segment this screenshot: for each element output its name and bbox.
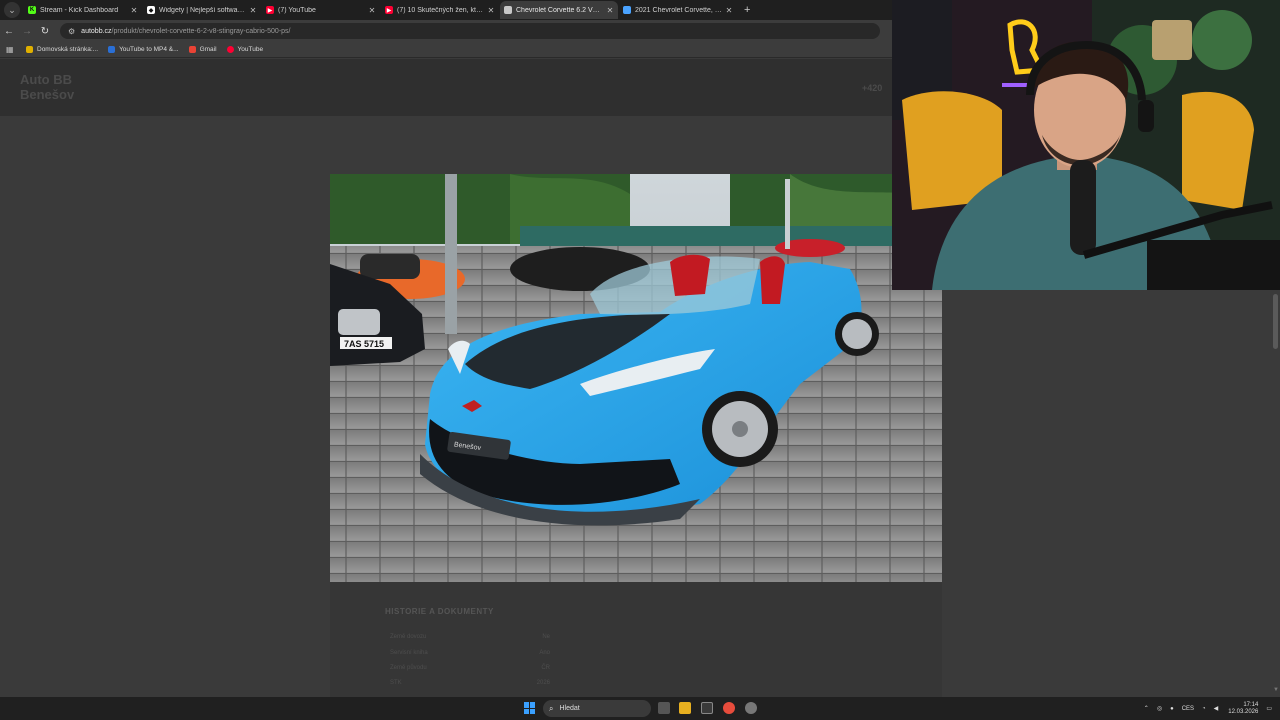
tab-corvette-2021[interactable]: 2021 Chevrolet Corvette, Sting ✕ [619,1,737,19]
tab-label: Stream - Kick Dashboard [40,6,119,14]
tab-youtube-video[interactable]: ▶ (7) 10 Skutečných žen, které je ✕ [381,1,499,19]
bookmark-home[interactable]: Domovská stránka:... [26,46,98,53]
bookmark-youtube-mp4[interactable]: YouTube to MP4 &... [108,46,179,53]
spec-label: Země původu [390,665,427,671]
car-photo: 7AS 5715 Benešov [330,174,942,582]
forward-icon[interactable]: → [18,26,36,37]
site-logo[interactable]: Auto BB Benešov [20,72,74,102]
browser-toolbar: ← → ↻ ⚙ autobb.cz /produkt/chevrolet-cor… [0,20,892,42]
clock[interactable]: 17:14 12.03.2026 [1228,702,1258,716]
bookmark-icon [26,46,33,53]
url-path: /produkt/chevrolet-corvette-6-2-v8-sting… [111,27,291,35]
page-scrollbar[interactable] [1273,294,1278,349]
volume-icon[interactable]: ◀ [1214,705,1219,712]
address-bar[interactable]: ⚙ autobb.cz /produkt/chevrolet-corvette-… [60,23,880,39]
tab-corvette-active[interactable]: Chevrolet Corvette 6.2 V8 Sting ✕ [500,1,618,19]
bookmark-label: YouTube to MP4 &... [119,46,179,53]
spec-value: Ano [539,650,550,656]
section-title: HISTORIE A DOKUMENTY [385,607,494,616]
tab-label: Chevrolet Corvette 6.2 V8 Sting [516,6,603,14]
file-explorer-icon[interactable] [679,702,691,714]
logo-line1: Auto BB [20,72,72,87]
tab-label: (7) YouTube [278,6,316,14]
tab-label: (7) 10 Skutečných žen, které je [397,6,484,14]
tab-kick-dashboard[interactable]: K Stream - Kick Dashboard ✕ [24,1,142,19]
search-icon: ⌕ [549,703,554,713]
close-icon[interactable]: ✕ [368,6,376,15]
windows-start-icon[interactable] [524,702,536,714]
spec-row: STK 2026 [390,680,550,686]
spec-label: STK [390,680,402,686]
bookmark-youtube[interactable]: YouTube [226,46,264,53]
clock-date: 12.03.2026 [1228,708,1259,715]
spec-row: Servisní kniha Ano [390,650,550,656]
task-view-icon[interactable] [658,702,670,714]
kick-icon: K [28,6,36,14]
back-icon[interactable]: ← [0,26,18,37]
browser-tab-strip: ⌄ K Stream - Kick Dashboard ✕ ◆ Widgety … [0,0,892,20]
youtube-icon: ▶ [266,6,274,14]
page-icon [623,6,631,14]
site-info-icon[interactable]: ⚙ [68,27,75,36]
spec-value: 2026 [536,680,550,686]
windows-taskbar: ⌕ Hledat ⌃ ◎ ● CES ◔ ◀ 17:14 12.03.2026 … [0,697,1280,720]
youtube-icon [226,46,234,53]
settings-gear-icon[interactable] [745,702,757,714]
close-icon[interactable]: ✕ [725,6,733,15]
spec-label: Země dovozu [390,634,427,640]
apps-grid-icon[interactable]: ▦ [6,45,20,54]
reload-icon[interactable]: ↻ [36,26,54,37]
phone-number[interactable]: +420 [862,83,882,93]
search-placeholder: Hledat [559,705,580,712]
close-icon[interactable]: ✕ [487,6,495,15]
tab-search-icon[interactable]: ⌄ [4,2,20,18]
tab-widgety[interactable]: ◆ Widgety | Nejlepší software pro ✕ [143,1,261,19]
clock-time: 17:14 [1243,701,1259,708]
gmail-icon [188,46,196,53]
logo-line2: Benešov [20,87,75,102]
license-plate: 7AS 5715 [344,339,384,349]
new-tab-button[interactable]: + [744,4,750,16]
chrome-icon[interactable] [723,702,735,714]
spec-row: Země původu ČR [390,665,550,671]
close-icon[interactable]: ✕ [130,6,138,15]
network-icon[interactable]: ◎ [1157,705,1162,712]
url-host: autobb.cz [81,27,112,35]
tab-label: Widgety | Nejlepší software pro [159,6,246,14]
bookmark-label: Gmail [199,46,217,53]
tab-label: 2021 Chevrolet Corvette, Sting [635,6,722,14]
webcam-overlay [892,0,1280,290]
scroll-down-icon[interactable]: ▼ [1273,687,1279,693]
streamer-webcam [892,0,1280,290]
bookmarks-bar: ▦ Domovská stránka:... YouTube to MP4 &.… [0,42,892,58]
tab-youtube[interactable]: ▶ (7) YouTube ✕ [262,1,380,19]
spec-label: Servisní kniha [390,650,428,656]
spec-row: Země dovozu Ne [390,634,550,640]
car-photo-lightbox[interactable]: 7AS 5715 Benešov [330,174,942,582]
system-tray: ⌃ ◎ ● CES ◔ ◀ 17:14 12.03.2026 ▭ [1136,697,1272,720]
spec-value: ČR [541,665,550,671]
microphone-icon[interactable]: ● [1170,706,1174,712]
bookmark-gmail[interactable]: Gmail [188,46,217,53]
wifi-icon[interactable]: ◔ [1202,706,1206,712]
close-icon[interactable]: ✕ [249,6,257,15]
bookmark-label: YouTube [237,46,264,53]
youtube-icon: ▶ [385,6,393,14]
bookmark-label: Domovská stránka:... [37,46,99,53]
page-icon [504,6,512,14]
language-indicator[interactable]: CES [1182,706,1194,712]
widgety-icon: ◆ [147,6,155,14]
chevron-up-icon[interactable]: ⌃ [1144,705,1149,712]
bookmark-icon [108,46,116,53]
close-icon[interactable]: ✕ [606,6,614,15]
spec-value: Ne [542,634,550,640]
notification-icon[interactable]: ▭ [1266,705,1272,712]
store-icon[interactable] [701,702,713,714]
taskbar-search[interactable]: ⌕ Hledat [543,700,651,717]
